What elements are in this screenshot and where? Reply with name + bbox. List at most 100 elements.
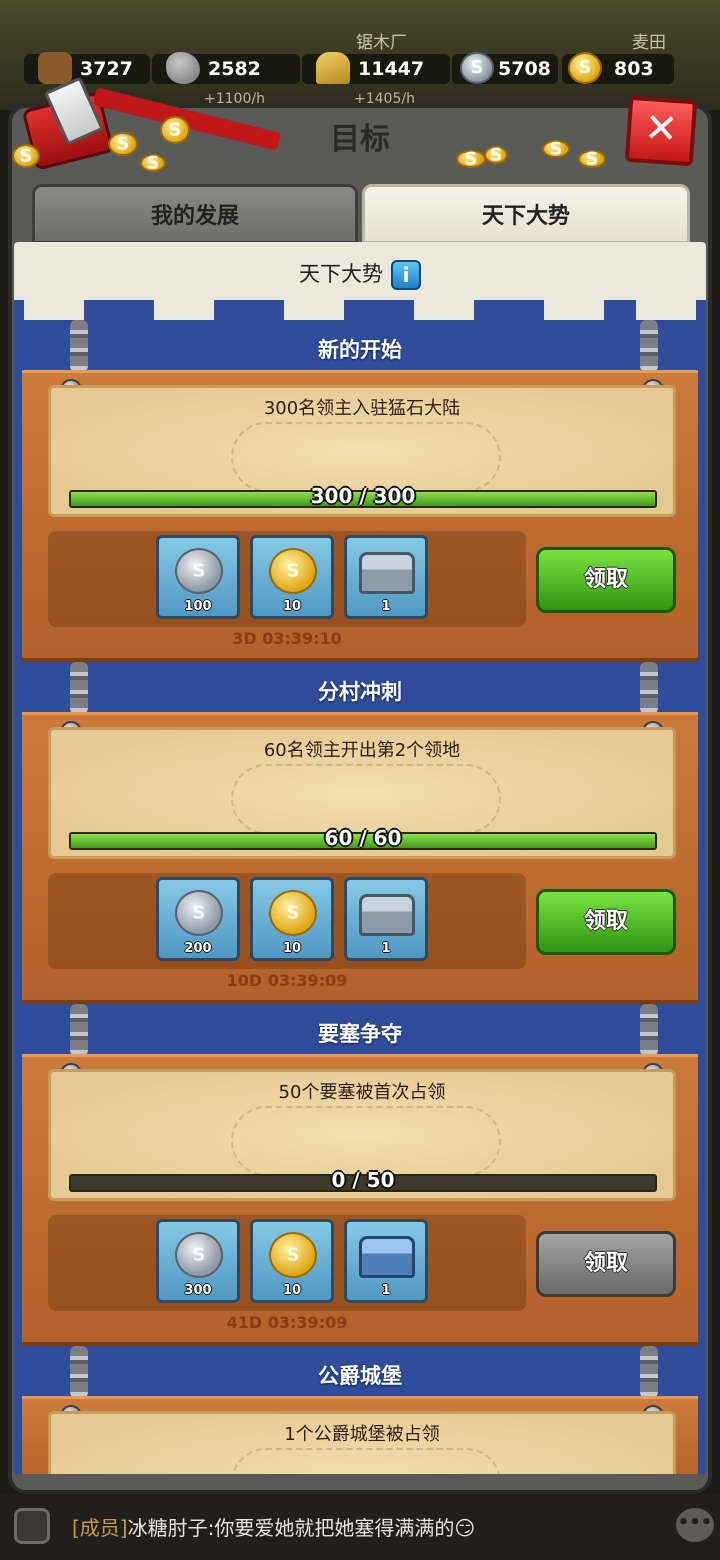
stone-resource[interactable]: 2582 +1100/h: [152, 52, 300, 107]
reward-gold[interactable]: 10: [250, 535, 334, 619]
chest-icon: [359, 1236, 415, 1278]
goal-description: 300名领主入驻猛石大陆: [263, 398, 461, 419]
goal-description: 50个要塞被首次占领: [278, 1082, 446, 1103]
reward-qty: 1: [381, 599, 391, 614]
chain-icon: [640, 320, 658, 372]
castle-illustration-icon: [231, 1448, 501, 1474]
subheader-title: 天下大势: [299, 262, 383, 286]
goal-timer: 10D 03:39:09: [226, 971, 348, 990]
reward-box: 200 10 1: [48, 873, 526, 969]
silver-coin-icon: [175, 548, 223, 594]
goal-timer: 41D 03:39:09: [226, 1313, 348, 1332]
goal-parchment: 300名领主入驻猛石大陆 300 / 300: [48, 385, 676, 517]
reward-chest[interactable]: 1: [344, 535, 428, 619]
gold-coin-icon: [269, 890, 317, 936]
reward-qty: 1: [381, 1283, 391, 1298]
close-button[interactable]: ✕: [624, 95, 698, 167]
chain-icon: [70, 1004, 88, 1056]
chest-icon: [359, 552, 415, 594]
chain-icon: [70, 1346, 88, 1398]
reward-gold[interactable]: 10: [250, 877, 334, 961]
gold-value: 803: [614, 58, 654, 80]
smirk-emoji-icon: 😏: [454, 1516, 476, 1540]
claim-button[interactable]: 领取: [536, 547, 676, 613]
progress-text: 300 / 300: [310, 484, 416, 508]
panel-title: 目标: [330, 122, 390, 157]
goal-progress-bar: 0 / 50: [69, 1168, 657, 1192]
field-label: 麦田: [632, 33, 666, 53]
wheat-icon: [316, 52, 350, 84]
reward-qty: 100: [184, 599, 212, 614]
chain-icon: [70, 320, 88, 372]
goal-card: 1个公爵城堡被占领: [22, 1396, 698, 1474]
reward-silver[interactable]: 100: [156, 535, 240, 619]
chain-icon: [70, 662, 88, 714]
wheat-resource[interactable]: 11447 +1405/h: [302, 52, 450, 107]
goals-list[interactable]: 天下大势 i 新的开始 300名领主入驻猛石大陆 300 / 300 100 10: [14, 242, 706, 1474]
silver-coin-icon: [460, 52, 494, 84]
goal-parchment: 1个公爵城堡被占领: [48, 1411, 676, 1474]
goal-timer: 3D 03:39:10: [232, 629, 342, 648]
crenel-deco: [636, 298, 696, 320]
reward-silver[interactable]: 200: [156, 877, 240, 961]
crossed-swords-map-icon: [231, 1106, 501, 1176]
chat-text: 冰糖肘子:你要爱她就把她塞得满满的: [127, 1516, 455, 1540]
progress-text: 0 / 50: [331, 1168, 395, 1192]
reward-chest[interactable]: 1: [344, 877, 428, 961]
chat-bar[interactable]: [成员]冰糖肘子:你要爱她就把她塞得满满的😏 •••: [0, 1494, 720, 1560]
reward-qty: 1: [381, 941, 391, 956]
building-label: 锯木厂: [356, 33, 407, 53]
crenel-deco: [24, 298, 84, 320]
crenel-deco: [154, 298, 214, 320]
wheat-tools-illustration-icon: [231, 422, 501, 492]
gold-coin-icon: [269, 548, 317, 594]
wheat-value: 11447: [358, 58, 425, 80]
reward-qty: 10: [282, 941, 302, 956]
goal-parchment: 60名领主开出第2个领地 60 / 60: [48, 727, 676, 859]
reward-box: 100 10 1: [48, 531, 526, 627]
silver-resource[interactable]: 5708: [452, 52, 558, 84]
tab-my-development[interactable]: 我的发展: [32, 184, 358, 244]
gold-resource[interactable]: 803: [562, 52, 674, 84]
goal-description: 60名领主开出第2个领地: [263, 740, 461, 761]
subheader: 天下大势 i: [14, 242, 706, 300]
chat-bubble-icon[interactable]: •••: [676, 1508, 714, 1542]
info-icon[interactable]: i: [391, 260, 421, 290]
reward-chest[interactable]: 1: [344, 1219, 428, 1303]
goal-progress-bar: 300 / 300: [69, 484, 657, 508]
silver-value: 5708: [498, 58, 551, 80]
goal-card: 60名领主开出第2个领地 60 / 60 200 10 1 领取 10D 03:…: [22, 712, 698, 1004]
chain-icon: [640, 1346, 658, 1398]
stone-icon: [166, 52, 200, 84]
reward-qty: 200: [184, 941, 212, 956]
section-title: 要塞争夺: [318, 1022, 402, 1046]
reward-gold[interactable]: 10: [250, 1219, 334, 1303]
reward-silver[interactable]: 300: [156, 1219, 240, 1303]
chain-icon: [640, 662, 658, 714]
reward-qty: 10: [282, 599, 302, 614]
goal-card: 300名领主入驻猛石大陆 300 / 300 100 10 1 领取 3D 03…: [22, 370, 698, 662]
reward-box: 300 10 1: [48, 1215, 526, 1311]
crenel-deco: [284, 298, 344, 320]
claim-button-disabled[interactable]: 领取: [536, 1231, 676, 1297]
village-illustration-icon: [231, 764, 501, 834]
goal-description: 1个公爵城堡被占领: [284, 1424, 440, 1445]
section-title: 公爵城堡: [318, 1364, 402, 1388]
goal-parchment: 50个要塞被首次占领 0 / 50: [48, 1069, 676, 1201]
progress-text: 60 / 60: [324, 826, 402, 850]
stone-value: 2582: [208, 58, 261, 80]
claim-button[interactable]: 领取: [536, 889, 676, 955]
silver-coin-icon: [175, 890, 223, 936]
chain-icon: [640, 1004, 658, 1056]
alliance-icon[interactable]: [14, 1508, 50, 1544]
gold-coin-icon: [568, 52, 602, 84]
goal-progress-bar: 60 / 60: [69, 826, 657, 850]
chat-channel: [成员]: [72, 1516, 128, 1540]
section-title: 分村冲刺: [318, 680, 402, 704]
chat-message[interactable]: [成员]冰糖肘子:你要爱她就把她塞得满满的😏: [72, 1512, 475, 1541]
crenel-deco: [414, 298, 474, 320]
reward-qty: 10: [282, 1283, 302, 1298]
goal-card: 50个要塞被首次占领 0 / 50 300 10 1 领取 41D 03:39:…: [22, 1054, 698, 1346]
tab-world-trend[interactable]: 天下大势: [362, 184, 690, 244]
section-title: 新的开始: [318, 338, 402, 362]
